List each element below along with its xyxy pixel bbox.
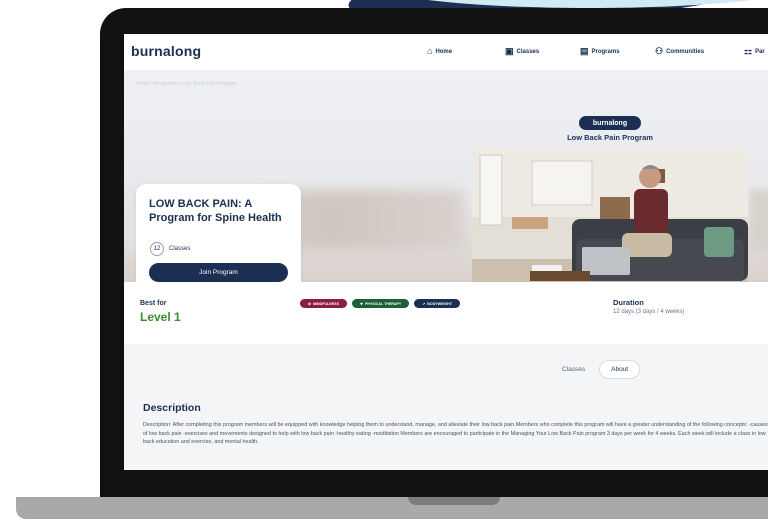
mindfulness-icon: ✿	[308, 301, 312, 306]
description-heading: Description	[143, 402, 201, 414]
nav-item-home[interactable]: ⌂ Home	[427, 47, 452, 56]
tab-classes[interactable]: Classes	[562, 366, 585, 373]
marketing-stage: burnalong ⌂ Home ▣ Classes ▤ Programs ⚇ …	[0, 0, 768, 519]
content-tabs: Classes About	[562, 360, 641, 379]
tag-label: MINDFULNESS	[313, 301, 339, 306]
tag-bodyweight[interactable]: ↗ BODYWEIGHT	[414, 299, 461, 308]
program-card: LOW BACK PAIN: A Program for Spine Healt…	[136, 184, 301, 296]
partners-icon: ⚏	[744, 46, 753, 56]
breadcrumb[interactable]: Home > Programs > Low Back Pain Program	[136, 81, 236, 87]
physical-therapy-icon: ✚	[359, 301, 363, 306]
level-value: Level 1	[140, 310, 181, 324]
nav-item-classes[interactable]: ▣ Classes	[505, 47, 539, 56]
best-for-label: Best for	[140, 300, 167, 307]
program-subtitle: Low Back Pain Program	[567, 133, 653, 142]
top-navigation: burnalong ⌂ Home ▣ Classes ▤ Programs ⚇ …	[124, 34, 768, 70]
laptop-notch	[408, 497, 500, 505]
tag-label: PHYSICAL THERAPY	[365, 301, 402, 306]
laptop-screen: burnalong ⌂ Home ▣ Classes ▤ Programs ⚇ …	[124, 34, 768, 470]
program-hero: Home > Programs > Low Back Pain Program …	[124, 70, 768, 304]
nav-item-label: Communities	[666, 48, 705, 55]
brand-logo[interactable]: burnalong	[131, 43, 201, 59]
description-text: Description: After completing this progr…	[143, 422, 768, 446]
duration-label: Duration	[613, 298, 644, 307]
program-photo	[472, 147, 748, 304]
communities-icon: ⚇	[655, 46, 664, 56]
home-icon: ⌂	[427, 46, 433, 56]
class-count-label: Classes	[169, 246, 191, 252]
classes-icon: ▣	[505, 46, 514, 56]
nav-item-programs[interactable]: ▤ Programs	[580, 47, 620, 56]
programs-icon: ▤	[580, 46, 589, 56]
category-tags: ✿ MINDFULNESS ✚ PHYSICAL THERAPY ↗ BODYW…	[300, 299, 461, 308]
program-info-strip: Best for Level 1 ✿ MINDFULNESS ✚ PHYSICA…	[124, 282, 768, 344]
laptop-base	[16, 497, 768, 519]
class-count-badge: 12	[150, 242, 164, 256]
man-on-sofa-photo	[472, 147, 748, 304]
nav-item-label: Classes	[516, 48, 540, 55]
nav-item-partners[interactable]: ⚏ Par	[744, 47, 765, 56]
nav-item-label: Programs	[591, 48, 620, 55]
tag-mindfulness[interactable]: ✿ MINDFULNESS	[300, 299, 347, 308]
bodyweight-icon: ↗	[422, 301, 426, 306]
duration-value: 12 days (3 days / 4 weeks)	[613, 309, 685, 315]
tab-about[interactable]: About	[599, 360, 641, 379]
join-program-button[interactable]: Join Program	[149, 263, 288, 282]
nav-item-label: Home	[435, 48, 453, 55]
hero-background-blur-right	[750, 190, 768, 250]
brand-badge: burnalong	[579, 116, 641, 130]
nav-item-label: Par	[755, 48, 765, 55]
program-title: LOW BACK PAIN: A Program for Spine Healt…	[149, 198, 282, 224]
tag-physical-therapy[interactable]: ✚ PHYSICAL THERAPY	[351, 299, 410, 308]
tag-label: BODYWEIGHT	[427, 301, 453, 306]
nav-item-communities[interactable]: ⚇ Communities	[655, 47, 704, 56]
